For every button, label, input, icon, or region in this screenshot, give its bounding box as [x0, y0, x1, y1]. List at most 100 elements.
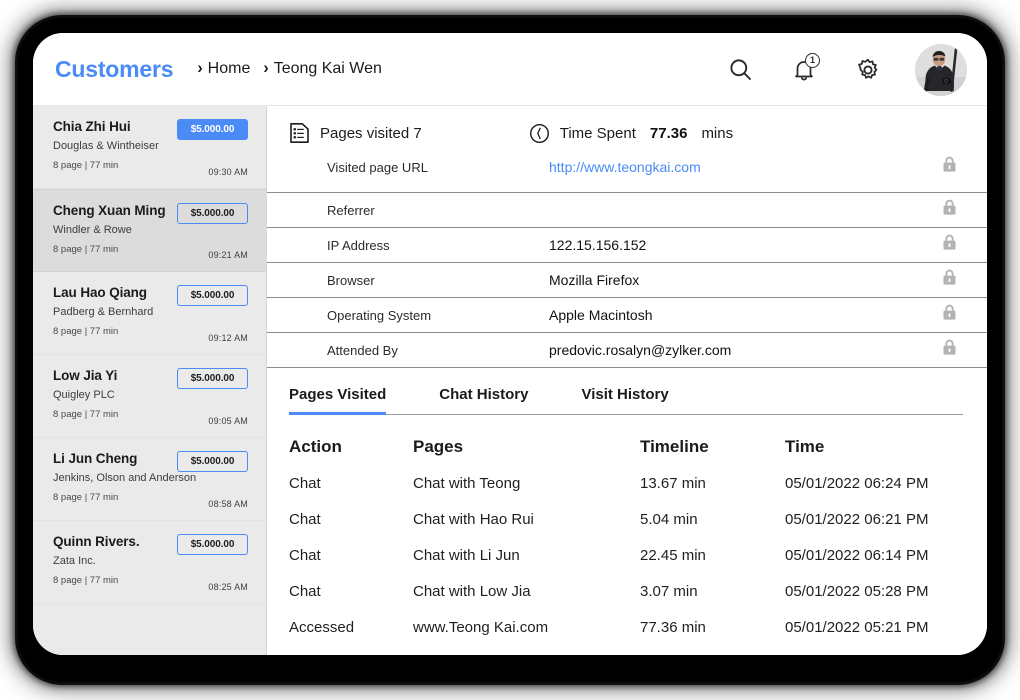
cell-timeline: 22.45 min [640, 546, 706, 564]
cell-action: Accessed [289, 618, 355, 636]
breadcrumb: › Home › Teong Kai Wen [197, 60, 382, 78]
visited-url-link[interactable]: http://www.teongkai.com [549, 159, 942, 175]
lock-icon[interactable] [942, 234, 963, 256]
visited-url-row: Visited page URL http://www.teongkai.com [267, 144, 987, 192]
cell-time: 05/01/2022 06:21 PM [785, 510, 929, 528]
tab-pages-visited[interactable]: Pages Visited [289, 386, 387, 415]
tab-chat-history[interactable]: Chat History [439, 386, 528, 415]
cell-timeline: 3.07 min [640, 582, 698, 600]
breadcrumb-item-home[interactable]: Home [208, 60, 251, 78]
customer-time: 08:58 AM [208, 499, 248, 509]
customer-amount-badge: $5.000.00 [177, 368, 248, 389]
avatar-photo [915, 43, 967, 96]
cell-timeline: 77.36 min [640, 618, 706, 636]
customer-detail-panel: Pages visited 7 Time Spent 77.36 mins Vi… [267, 106, 987, 655]
table-row[interactable]: Chat Chat with Hao Rui 5.04 min 05/01/20… [289, 501, 963, 537]
pages-visited-table: Action Pages Timeline Time Chat Chat wit… [267, 415, 987, 645]
cell-time: 05/01/2022 06:14 PM [785, 546, 929, 564]
visit-summary-top: Pages visited 7 Time Spent 77.36 mins [267, 122, 987, 144]
visited-url-label: Visited page URL [327, 159, 428, 175]
list-item[interactable]: Lau Hao Qiang Padberg & Bernhard 8 page … [33, 272, 266, 355]
top-bar: Customers › Home › Teong Kai Wen 1 [33, 33, 987, 106]
page-title: Customers [55, 55, 174, 82]
settings-button[interactable] [851, 53, 885, 87]
info-value: Mozilla Firefox [549, 272, 640, 288]
list-item[interactable]: Low Jia Yi Quigley PLC 8 page | 77 min $… [33, 355, 266, 438]
customer-time: 09:05 AM [208, 416, 248, 426]
cell-pages: Chat with Low Jia [413, 582, 531, 600]
lock-icon[interactable] [942, 269, 963, 291]
lock-glyph [943, 339, 956, 355]
table-row[interactable]: Chat Chat with Teong 13.67 min 05/01/202… [289, 465, 963, 501]
cell-action: Chat [289, 582, 321, 600]
customer-amount-badge: $5.000.00 [177, 119, 248, 140]
table-row[interactable]: Chat Chat with Low Jia 3.07 min 05/01/20… [289, 573, 963, 609]
customer-company: Jenkins, Olson and Anderson [53, 472, 197, 484]
column-header-pages: Pages [413, 437, 464, 456]
cell-timeline: 5.04 min [640, 510, 698, 528]
lock-glyph [943, 156, 956, 172]
customer-company: Zata Inc. [53, 555, 96, 567]
pages-visited-label: Pages visited 7 [320, 124, 422, 142]
app-window: Customers › Home › Teong Kai Wen 1 Chia … [33, 33, 987, 655]
column-header-action: Action [289, 437, 342, 456]
info-value: 122.15.156.152 [549, 237, 647, 253]
table-row[interactable]: Chat Chat with Li Jun 22.45 min 05/01/20… [289, 537, 963, 573]
info-row-browser: Browser Mozilla Firefox [267, 263, 987, 298]
customer-time: 09:21 AM [208, 250, 248, 260]
lock-glyph [943, 304, 956, 320]
customer-time: 09:12 AM [208, 333, 248, 343]
lock-glyph [943, 269, 956, 285]
list-item[interactable]: Li Jun Cheng Jenkins, Olson and Anderson… [33, 438, 266, 521]
info-label: IP Address [327, 237, 390, 253]
column-header-timeline: Timeline [640, 437, 709, 456]
lock-icon[interactable] [942, 339, 963, 361]
notifications-button[interactable]: 1 [787, 52, 821, 87]
cell-time: 05/01/2022 06:24 PM [785, 474, 929, 492]
info-row-ip-address: IP Address 122.15.156.152 [267, 228, 987, 263]
top-bar-actions: 1 [723, 33, 967, 106]
lock-icon[interactable] [942, 199, 963, 221]
list-item[interactable]: Cheng Xuan Ming Windler & Rowe 8 page | … [33, 189, 266, 272]
info-row-referrer: Referrer [267, 193, 987, 228]
info-row-operating-system: Operating System Apple Macintosh [267, 298, 987, 333]
search-icon [729, 59, 751, 80]
window-body: Chia Zhi Hui Douglas & Wintheiser 8 page… [33, 106, 987, 655]
tab-bar: Pages Visited Chat History Visit History [289, 386, 963, 415]
table-header-row: Action Pages Timeline Time [289, 429, 963, 465]
lock-glyph [943, 199, 956, 215]
list-item[interactable]: Quinn Rivers. Zata Inc. 8 page | 77 min … [33, 521, 266, 604]
customer-list-sidebar[interactable]: Chia Zhi Hui Douglas & Wintheiser 8 page… [33, 106, 267, 655]
cell-action: Chat [289, 474, 321, 492]
cell-pages: Chat with Hao Rui [413, 510, 534, 528]
document-list-icon [290, 123, 309, 143]
cell-time: 05/01/2022 05:28 PM [785, 582, 929, 600]
lock-glyph [943, 234, 956, 250]
customer-amount-badge: $5.000.00 [177, 451, 248, 472]
screenshot-stage: Customers › Home › Teong Kai Wen 1 Chia … [0, 0, 1020, 700]
info-label: Browser [327, 272, 375, 288]
info-value: predovic.rosalyn@zylker.com [549, 342, 732, 358]
info-label: Referrer [327, 202, 375, 218]
customer-amount-badge: $5.000.00 [177, 534, 248, 555]
customer-amount-badge: $5.000.00 [177, 203, 248, 224]
pages-visited-summary: Pages visited 7 [289, 122, 422, 144]
time-spent-unit: mins [701, 124, 734, 142]
info-label: Attended By [327, 342, 398, 358]
info-value: Apple Macintosh [549, 307, 653, 323]
customer-time: 09:30 AM [208, 167, 248, 177]
search-button[interactable] [723, 53, 757, 87]
lock-icon[interactable] [942, 304, 963, 326]
lock-icon[interactable] [942, 156, 963, 178]
tab-visit-history[interactable]: Visit History [581, 386, 668, 415]
avatar[interactable] [915, 43, 967, 96]
customer-company: Douglas & Wintheiser [53, 140, 159, 152]
table-row[interactable]: Accessed www.Teong Kai.com 77.36 min 05/… [289, 609, 963, 645]
customer-company: Quigley PLC [53, 389, 115, 401]
notification-badge: 1 [805, 52, 820, 68]
breadcrumb-item-current[interactable]: Teong Kai Wen [274, 60, 382, 78]
time-spent-summary: Time Spent 77.36 mins [529, 123, 733, 144]
customer-company: Padberg & Bernhard [53, 306, 154, 318]
info-label: Operating System [327, 307, 432, 323]
list-item[interactable]: Chia Zhi Hui Douglas & Wintheiser 8 page… [33, 106, 266, 189]
